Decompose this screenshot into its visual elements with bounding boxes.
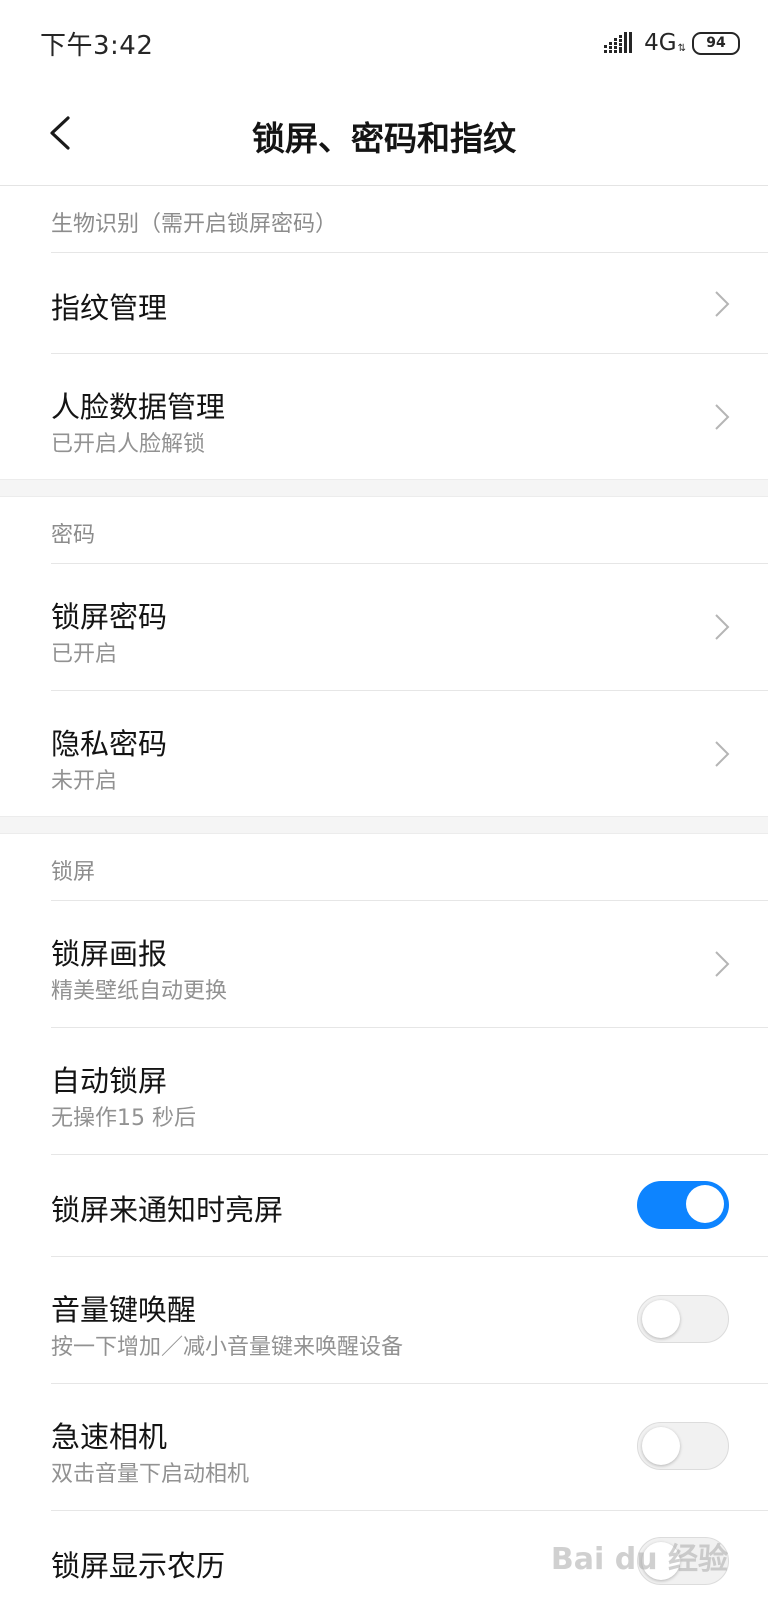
toggle-knob	[642, 1427, 680, 1465]
volume-key-wake-row: 音量键唤醒 按一下增加／减小音量键来唤醒设备	[51, 1256, 768, 1383]
fingerprint-management-row[interactable]: 指纹管理	[51, 252, 768, 353]
status-bar: 下午3:42 4G ⇅ 94	[0, 0, 768, 84]
row-title: 锁屏密码	[51, 600, 168, 634]
privacy-password-row[interactable]: 隐私密码 未开启	[51, 690, 768, 816]
lockscreen-wallpaper-row[interactable]: 锁屏画报 精美壁纸自动更换	[51, 900, 768, 1027]
row-subtitle: 未开启	[51, 769, 118, 794]
chevron-right-icon	[715, 614, 730, 640]
row-subtitle: 精美壁纸自动更换	[51, 979, 228, 1004]
network-type-label: 4G	[644, 30, 677, 56]
toggle-knob	[642, 1300, 680, 1338]
section-label: 密码	[51, 523, 96, 548]
app-header: 锁屏、密码和指纹	[0, 84, 768, 186]
auto-lock-row[interactable]: 自动锁屏 无操作15 秒后	[51, 1027, 768, 1154]
row-title: 锁屏来通知时亮屏	[51, 1193, 284, 1227]
row-title: 自动锁屏	[51, 1064, 168, 1098]
volume-key-wake-toggle[interactable]	[637, 1295, 729, 1343]
row-title: 锁屏画报	[51, 937, 168, 971]
section-header-password: 密码	[0, 497, 768, 563]
row-title: 音量键唤醒	[51, 1293, 197, 1327]
row-title: 锁屏显示农历	[51, 1549, 226, 1583]
lock-screen-password-row[interactable]: 锁屏密码 已开启	[51, 563, 768, 690]
row-subtitle: 无操作15 秒后	[51, 1106, 196, 1131]
settings-list: 生物识别（需开启锁屏密码） 指纹管理 人脸数据管理 已开启人脸解锁 密码 锁屏密…	[0, 186, 768, 1612]
row-subtitle: 已开启	[51, 642, 118, 667]
data-activity-icon: ⇅	[677, 42, 686, 54]
status-time: 下午3:42	[40, 31, 154, 61]
section-label: 生物识别（需开启锁屏密码）	[51, 212, 338, 237]
page-title: 锁屏、密码和指纹	[252, 119, 516, 158]
row-title: 人脸数据管理	[51, 390, 226, 424]
wake-on-notification-row: 锁屏来通知时亮屏	[51, 1154, 768, 1256]
status-indicators: 4G ⇅ 94	[604, 28, 740, 58]
row-subtitle: 双击音量下启动相机	[51, 1462, 250, 1487]
row-title: 隐私密码	[51, 727, 168, 761]
wake-on-notification-toggle[interactable]	[637, 1181, 729, 1229]
battery-icon: 94	[692, 31, 740, 55]
chevron-right-icon	[715, 404, 730, 430]
row-title: 指纹管理	[51, 291, 168, 325]
face-data-management-row[interactable]: 人脸数据管理 已开启人脸解锁	[51, 353, 768, 479]
row-title: 急速相机	[51, 1420, 168, 1454]
quick-camera-toggle[interactable]	[637, 1422, 729, 1470]
quick-camera-row: 急速相机 双击音量下启动相机	[51, 1383, 768, 1510]
signal-strength-icon	[604, 32, 633, 53]
chevron-right-icon	[715, 741, 730, 767]
section-divider	[0, 479, 768, 497]
chevron-right-icon	[715, 291, 730, 317]
row-subtitle: 已开启人脸解锁	[51, 432, 206, 457]
battery-level: 94	[706, 35, 726, 51]
chevron-right-icon	[715, 951, 730, 977]
section-header-biometrics: 生物识别（需开启锁屏密码）	[0, 186, 768, 252]
section-label: 锁屏	[51, 860, 96, 885]
section-header-lockscreen: 锁屏	[0, 834, 768, 900]
row-subtitle: 按一下增加／减小音量键来唤醒设备	[51, 1335, 404, 1360]
toggle-knob	[686, 1185, 724, 1223]
watermark: Bai du 经验	[550, 1542, 728, 1577]
section-divider	[0, 816, 768, 834]
